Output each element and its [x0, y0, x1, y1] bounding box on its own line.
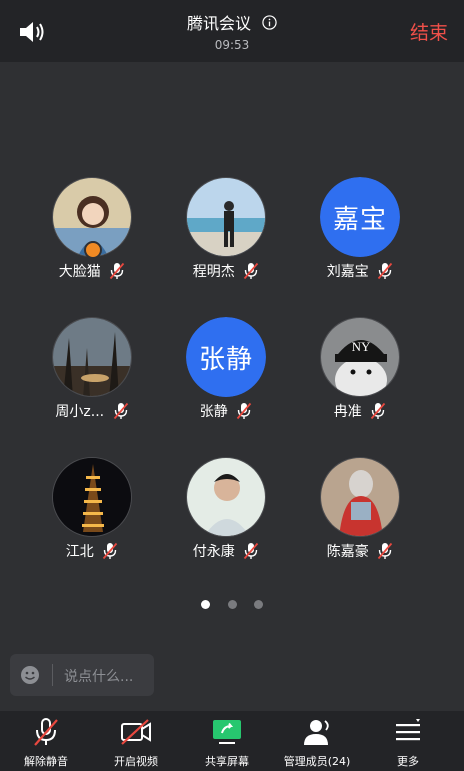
mic-muted-icon	[110, 262, 125, 280]
mic-muted-icon	[34, 718, 58, 746]
mic-muted-icon	[244, 262, 259, 280]
page-dot[interactable]	[227, 600, 237, 609]
avatar: NY	[320, 317, 400, 397]
meeting-toolbar: 解除静音 开启视频 共享屏幕 管理成员(24) 更多	[0, 711, 464, 771]
unmute-button[interactable]: 解除静音	[0, 711, 92, 771]
members-icon	[304, 720, 329, 745]
mic-muted-icon	[237, 402, 252, 420]
share-screen-label: 共享屏幕	[205, 755, 249, 768]
participant-name: 刘嘉宝	[326, 264, 369, 280]
avatar-initials: 嘉宝	[320, 177, 400, 257]
participant-tile[interactable]: 陈嘉豪	[300, 457, 420, 569]
avatar	[186, 177, 266, 257]
participant-tile[interactable]: NY 冉准	[300, 317, 420, 429]
emoji-icon[interactable]	[20, 665, 40, 685]
participant-tile[interactable]: 江北	[32, 457, 152, 569]
start-video-button[interactable]: 开启视频	[90, 711, 182, 771]
manage-members-label: 管理成员(24)	[283, 755, 351, 768]
chat-divider	[52, 664, 53, 686]
participant-name: 陈嘉豪	[326, 544, 369, 560]
participant-name: 冉准	[333, 404, 362, 420]
manage-members-button[interactable]: 管理成员(24)	[271, 711, 363, 771]
svg-text:NY: NY	[352, 339, 371, 354]
more-label: 更多	[397, 755, 419, 768]
avatar	[320, 457, 400, 537]
participant-name: 程明杰	[192, 264, 235, 280]
share-screen-icon	[213, 720, 241, 744]
chat-placeholder: 说点什么...	[64, 669, 134, 685]
share-screen-button[interactable]: 共享屏幕	[181, 711, 273, 771]
page-dot[interactable]	[253, 600, 263, 609]
more-menu-icon	[396, 719, 420, 741]
page-dot[interactable]	[201, 600, 211, 609]
mic-muted-icon	[371, 402, 386, 420]
participant-grid: 大脸猫 程明杰 嘉宝 刘嘉宝 周小z... 张静 张静 NY 冉准 江北 付永康…	[0, 0, 464, 600]
mic-muted-icon	[378, 542, 393, 560]
mic-muted-icon	[113, 402, 128, 420]
chat-input[interactable]: 说点什么...	[10, 654, 154, 696]
avatar: 张静	[186, 317, 266, 397]
participant-tile[interactable]: 大脸猫	[32, 177, 152, 289]
participant-tile[interactable]: 付永康	[166, 457, 286, 569]
host-badge-icon	[84, 241, 102, 259]
participant-tile[interactable]: 周小z...	[32, 317, 152, 429]
avatar	[52, 457, 132, 537]
start-video-label: 开启视频	[114, 755, 158, 768]
participant-tile[interactable]: 嘉宝 刘嘉宝	[300, 177, 420, 289]
participant-tile[interactable]: 张静 张静	[166, 317, 286, 429]
participant-name: 张静	[199, 404, 228, 420]
participant-name: 江北	[65, 544, 94, 560]
participant-name: 付永康	[192, 544, 235, 560]
participant-name: 大脸猫	[58, 264, 101, 280]
avatar	[52, 317, 132, 397]
unmute-label: 解除静音	[24, 755, 68, 768]
video-off-icon	[121, 719, 151, 745]
page-indicator	[0, 594, 464, 613]
more-button[interactable]: 更多	[362, 711, 454, 771]
avatar: 嘉宝	[320, 177, 400, 257]
avatar	[186, 457, 266, 537]
mic-muted-icon	[378, 262, 393, 280]
mic-muted-icon	[244, 542, 259, 560]
avatar-initials: 张静	[186, 317, 266, 397]
mic-muted-icon	[103, 542, 118, 560]
participant-tile[interactable]: 程明杰	[166, 177, 286, 289]
participant-name: 周小z...	[55, 404, 105, 420]
